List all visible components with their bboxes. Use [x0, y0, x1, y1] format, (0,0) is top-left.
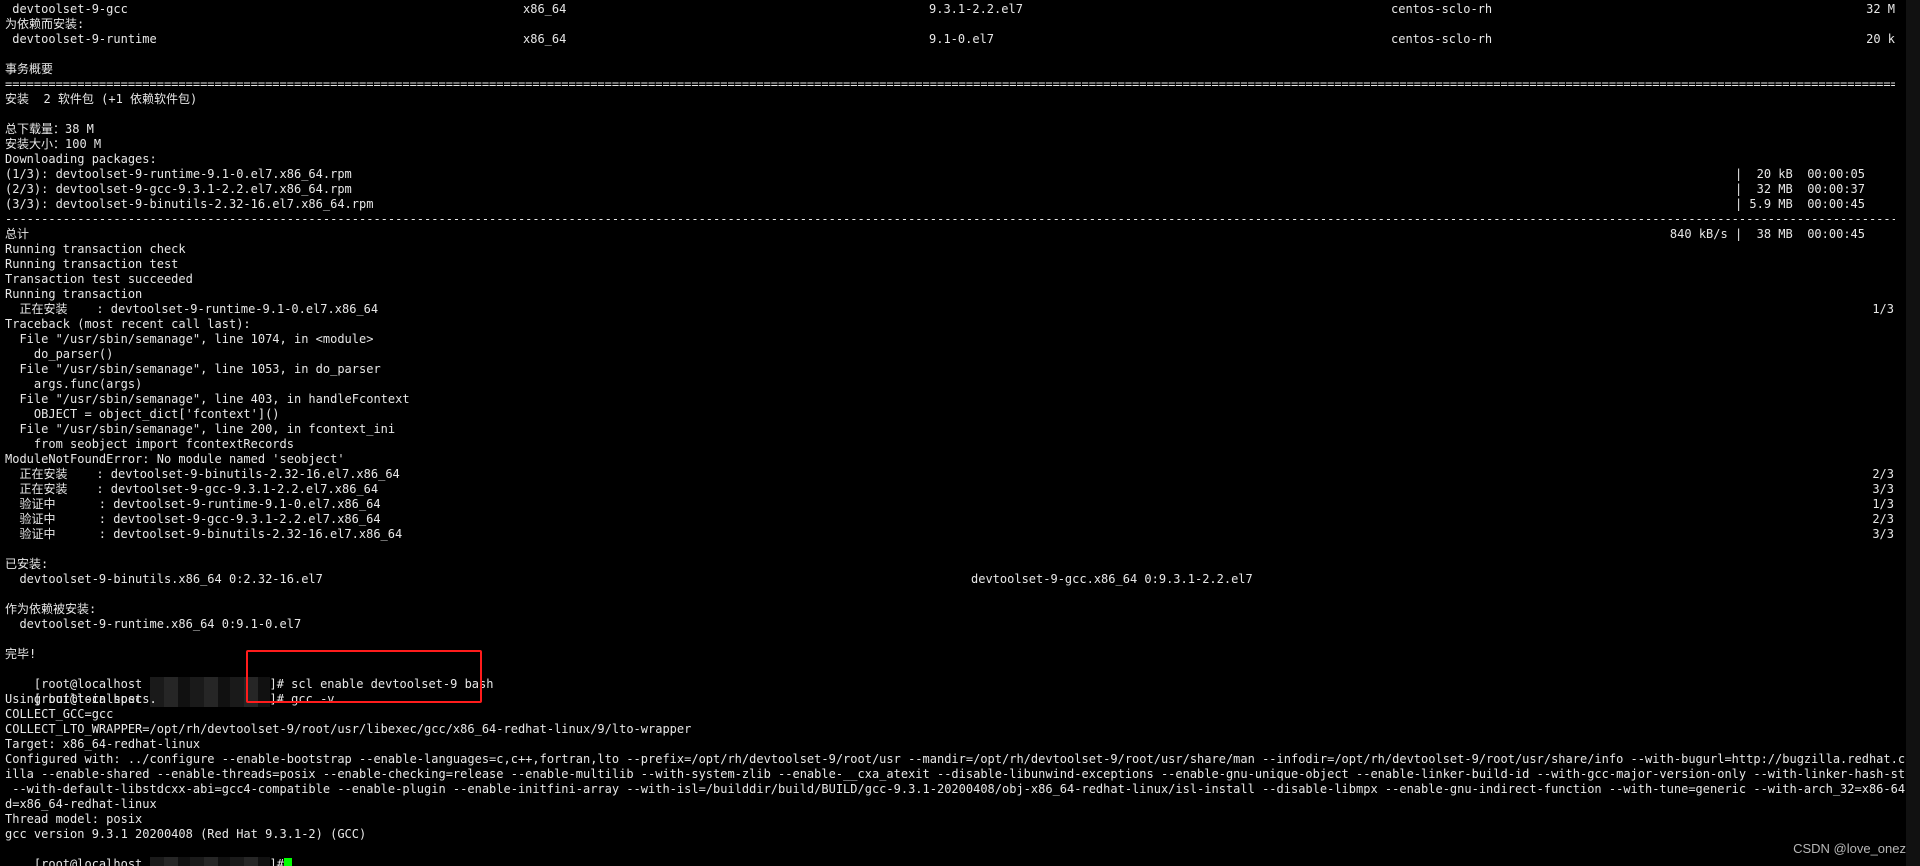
downloading-label: Downloading packages:	[5, 152, 157, 166]
prompt-user: [root@localhost	[33, 857, 150, 866]
shell-prompt-line: [root@localhost ]# scl enable devtoolset…	[5, 662, 1920, 692]
package-repo: centos-sclo-rh	[1391, 2, 1493, 16]
scrollbar[interactable]	[1906, 0, 1920, 866]
shell-prompt-line[interactable]: [root@localhost ]#	[5, 842, 1920, 866]
download-info: | 32 MB 00:00:37	[1734, 182, 1865, 196]
install-progress-line: 正在安装 : devtoolset-9-gcc-9.3.1-2.2.el7.x8…	[5, 482, 1920, 497]
installed-title: 已安装:	[5, 557, 49, 571]
download-line: (3/3): devtoolset-9-binutils-2.32-16.el7…	[5, 197, 1920, 212]
installed-item: devtoolset-9-gcc.x86_64 0:9.3.1-2.2.el7	[971, 572, 1253, 586]
install-summary: 安装 2 软件包 (+1 依赖软件包)	[5, 92, 198, 106]
transaction-line: Transaction test succeeded	[5, 272, 193, 286]
download-file: (3/3): devtoolset-9-binutils-2.32-16.el7…	[5, 197, 374, 211]
gcc-output-line: Using built-in specs.	[5, 692, 157, 706]
package-arch: x86_64	[523, 32, 567, 46]
watermark: CSDN @love_onez	[1793, 841, 1906, 856]
traceback-line: from seobject import fcontextRecords	[5, 437, 294, 451]
verify-progress-count: 2/3	[1872, 512, 1894, 526]
install-progress-line: 正在安装 : devtoolset-9-binutils-2.32-16.el7…	[5, 467, 1920, 482]
install-progress-text: 正在安装 : devtoolset-9-binutils-2.32-16.el7…	[5, 467, 400, 481]
dash-rule: ----------------------------------------…	[5, 212, 1895, 226]
terminal-window[interactable]: devtoolset-9-gcc x86_64 9.3.1-2.2.el7 ce…	[0, 0, 1920, 866]
package-version: 9.1-0.el7	[929, 32, 995, 46]
install-progress-count: 1/3	[1872, 302, 1894, 316]
transaction-line: Running transaction test	[5, 257, 179, 271]
installed-item: devtoolset-9-binutils.x86_64 0:2.32-16.e…	[5, 572, 323, 586]
install-progress-text: 正在安装 : devtoolset-9-runtime-9.1-0.el7.x8…	[5, 302, 379, 316]
traceback-line: args.func(args)	[5, 377, 143, 391]
install-progress-line: 正在安装 : devtoolset-9-runtime-9.1-0.el7.x8…	[5, 302, 1920, 317]
traceback-line: do_parser()	[5, 347, 114, 361]
gcc-output-line: COLLECT_GCC=gcc	[5, 707, 114, 721]
download-info: | 5.9 MB 00:00:45	[1734, 197, 1865, 211]
redacted-hostname	[149, 857, 270, 866]
total-download-size: 总下载量：38 M	[5, 122, 94, 136]
dependency-heading-text: 为依赖而安装:	[5, 17, 85, 31]
verify-progress-count: 3/3	[1872, 527, 1894, 541]
installed-line: devtoolset-9-binutils.x86_64 0:2.32-16.e…	[5, 572, 1920, 587]
download-file: (1/3): devtoolset-9-runtime-9.1-0.el7.x8…	[5, 167, 352, 181]
download-file: (2/3): devtoolset-9-gcc-9.3.1-2.2.el7.x8…	[5, 182, 352, 196]
done-message: 完毕!	[5, 647, 37, 661]
gcc-output-line: --with-default-libstdcxx-abi=gcc4-compat…	[5, 782, 1920, 796]
download-line: (1/3): devtoolset-9-runtime-9.1-0.el7.x8…	[5, 167, 1920, 182]
gcc-output-line: Configured with: ../configure --enable-b…	[5, 752, 1920, 766]
install-size: 安装大小：100 M	[5, 137, 102, 151]
gcc-output-line: Thread model: posix	[5, 812, 143, 826]
package-size: 32 M	[1866, 2, 1895, 16]
download-info: | 20 kB 00:00:05	[1734, 167, 1865, 181]
traceback-line: File "/usr/sbin/semanage", line 1053, in…	[5, 362, 381, 376]
traceback-line: File "/usr/sbin/semanage", line 403, in …	[5, 392, 410, 406]
install-progress-text: 正在安装 : devtoolset-9-gcc-9.3.1-2.2.el7.x8…	[5, 482, 379, 496]
package-row: devtoolset-9-runtime x86_64 9.1-0.el7 ce…	[5, 32, 1920, 47]
transaction-line: Running transaction	[5, 287, 143, 301]
summary-title: 事务概要	[5, 62, 54, 76]
verify-progress-text: 验证中 : devtoolset-9-runtime-9.1-0.el7.x86…	[5, 497, 381, 511]
install-progress-count: 3/3	[1872, 482, 1894, 496]
dependency-installed-item: devtoolset-9-runtime.x86_64 0:9.1-0.el7	[5, 617, 302, 631]
verify-progress-text: 验证中 : devtoolset-9-binutils-2.32-16.el7.…	[5, 527, 403, 541]
gcc-output-line: Target: x86_64-redhat-linux	[5, 737, 201, 751]
traceback-line: OBJECT = object_dict['fcontext']()	[5, 407, 280, 421]
traceback-line: ModuleNotFoundError: No module named 'se…	[5, 452, 345, 466]
install-progress-count: 2/3	[1872, 467, 1894, 481]
package-version: 9.3.1-2.2.el7	[929, 2, 1023, 16]
total-label: 总计	[5, 227, 30, 241]
package-name: devtoolset-9-runtime	[5, 32, 157, 46]
verify-progress-text: 验证中 : devtoolset-9-gcc-9.3.1-2.2.el7.x86…	[5, 512, 381, 526]
verify-progress-line: 验证中 : devtoolset-9-binutils-2.32-16.el7.…	[5, 527, 1920, 542]
traceback-line: Traceback (most recent call last):	[5, 317, 251, 331]
total-info: 840 kB/s | 38 MB 00:00:45	[1669, 227, 1865, 241]
verify-progress-line: 验证中 : devtoolset-9-runtime-9.1-0.el7.x86…	[5, 497, 1920, 512]
package-repo: centos-sclo-rh	[1391, 32, 1493, 46]
cursor-block[interactable]	[283, 858, 292, 866]
package-name: devtoolset-9-gcc	[5, 2, 128, 16]
gcc-output-line: illa --enable-shared --enable-threads=po…	[5, 767, 1920, 781]
transaction-line: Running transaction check	[5, 242, 186, 256]
package-size: 20 k	[1866, 32, 1895, 46]
verify-progress-line: 验证中 : devtoolset-9-gcc-9.3.1-2.2.el7.x86…	[5, 512, 1920, 527]
verify-progress-count: 1/3	[1872, 497, 1894, 511]
download-line: (2/3): devtoolset-9-gcc-9.3.1-2.2.el7.x8…	[5, 182, 1920, 197]
gcc-output-line: gcc version 9.3.1 20200408 (Red Hat 9.3.…	[5, 827, 367, 841]
package-row: devtoolset-9-gcc x86_64 9.3.1-2.2.el7 ce…	[5, 2, 1920, 17]
dependency-installed-title: 作为依赖被安装:	[5, 602, 97, 616]
shell-prompt-line: [root@localhost ]# gcc -v	[5, 677, 1920, 707]
gcc-output-line: COLLECT_LTO_WRAPPER=/opt/rh/devtoolset-9…	[5, 722, 692, 736]
traceback-line: File "/usr/sbin/semanage", line 200, in …	[5, 422, 396, 436]
gcc-output-line: d=x86_64-redhat-linux	[5, 797, 157, 811]
dependency-heading: 为依赖而安装:	[5, 17, 1920, 32]
double-rule: ========================================…	[5, 77, 1895, 91]
total-line: 总计 840 kB/s | 38 MB 00:00:45	[5, 227, 1920, 242]
traceback-line: File "/usr/sbin/semanage", line 1074, in…	[5, 332, 374, 346]
prompt-end: ]#	[269, 857, 284, 866]
package-arch: x86_64	[523, 2, 567, 16]
